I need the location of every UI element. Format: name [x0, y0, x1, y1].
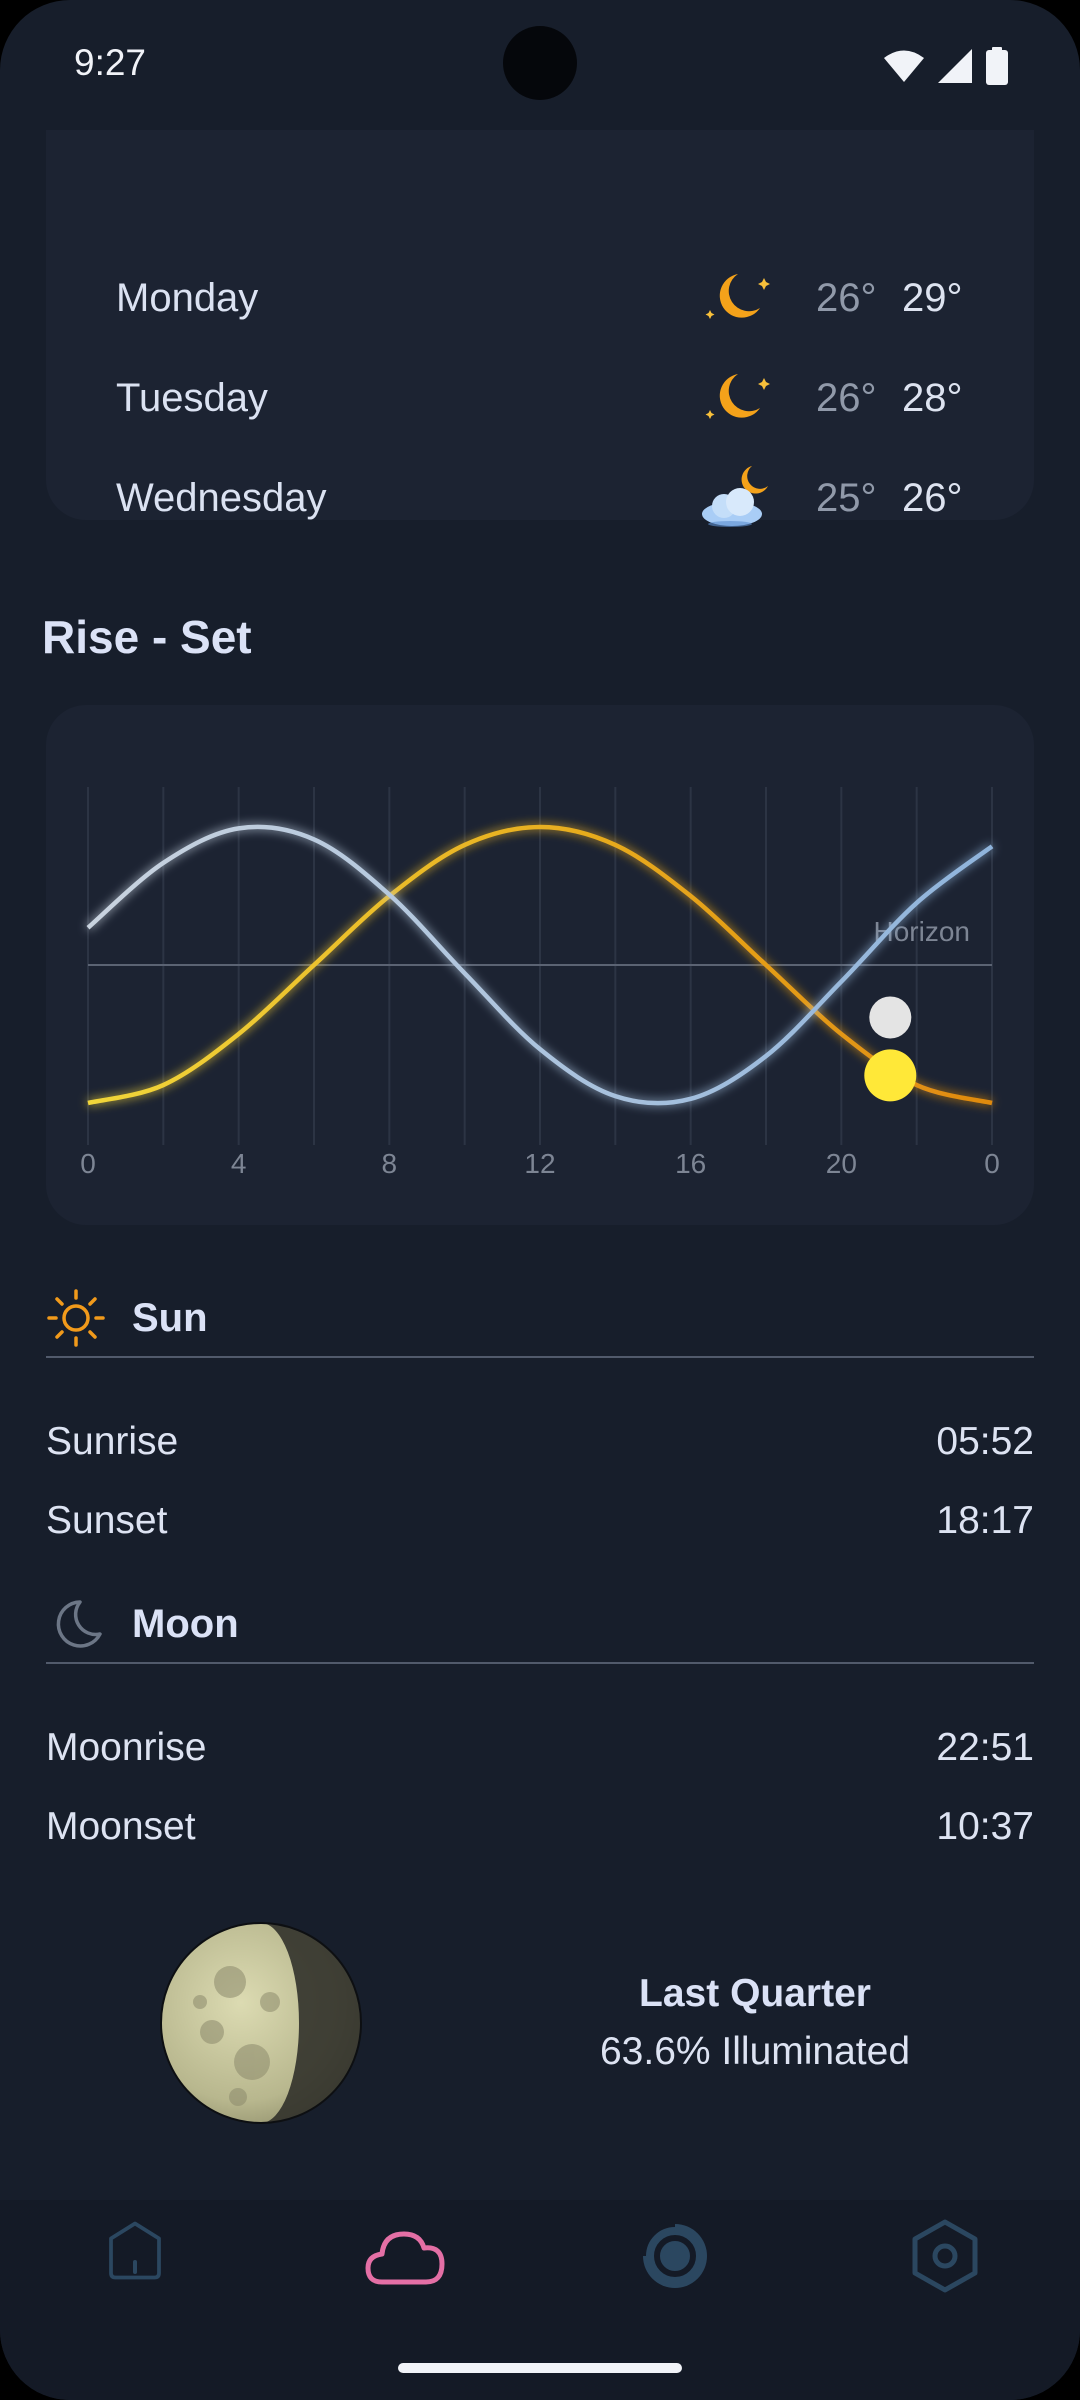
forecast-high: 29°: [902, 276, 963, 320]
signal-icon: [938, 49, 972, 83]
status-time: 9:27: [74, 42, 147, 83]
x-tick-label: 0: [80, 1148, 96, 1179]
moon-marker: [869, 996, 912, 1039]
forecast-low: 25°: [816, 476, 877, 520]
x-tick-label: 0: [984, 1148, 1000, 1179]
settings-icon: [912, 2219, 978, 2293]
forecast-high: 28°: [902, 376, 963, 420]
moon-title: Moon: [132, 1602, 239, 1646]
moonrise-label: Moonrise: [46, 1726, 207, 1769]
moonset-row: Moonset 10:37: [46, 1797, 1034, 1857]
home-indicator: [398, 2363, 682, 2373]
x-tick-label: 4: [231, 1148, 247, 1179]
rise-set-title: Rise - Set: [42, 611, 252, 663]
sun-icon: [47, 1289, 105, 1347]
moon-phase-name: Last Quarter: [639, 1972, 871, 2015]
sunset-label: Sunset: [46, 1499, 168, 1542]
cloud-icon: [365, 2231, 445, 2285]
rise-set-chart: Horizon 0 4 8 12 16 20 0: [80, 787, 1000, 1179]
moon-illumination: 63.6% Illuminated: [599, 2030, 911, 2073]
forecast-row-tuesday[interactable]: Tuesday 26° 28°: [46, 354, 1034, 444]
sun-marker: [864, 1049, 917, 1102]
moonset-value: 10:37: [936, 1805, 1034, 1848]
sun-header: Sun: [46, 1278, 1034, 1358]
nav-weather[interactable]: [346, 2210, 466, 2300]
forecast-day: Monday: [116, 276, 259, 320]
radar-icon: [640, 2221, 707, 2288]
moonset-label: Moonset: [46, 1805, 196, 1848]
sunrise-label: Sunrise: [46, 1420, 179, 1463]
forecast-row-wednesday[interactable]: Wednesday 25° 26°: [46, 454, 1034, 544]
clear-night-icon: [705, 274, 770, 319]
nav-settings[interactable]: [885, 2210, 1005, 2300]
x-tick-label: 12: [524, 1148, 555, 1179]
app-screen: 9:27 Monday 26° 29° Tuesday 26° 28° Wedn…: [0, 0, 1080, 2400]
camera-cutout: [503, 26, 577, 100]
forecast-low: 26°: [816, 376, 877, 420]
moon-icon: [56, 1600, 102, 1648]
nav-radar[interactable]: [614, 2210, 734, 2300]
moon-header: Moon: [46, 1584, 1034, 1664]
moonrise-value: 22:51: [936, 1726, 1034, 1769]
x-tick-label: 8: [382, 1148, 398, 1179]
forecast-day: Tuesday: [116, 376, 268, 420]
sunrise-value: 05:52: [936, 1420, 1034, 1463]
sunrise-row: Sunrise 05:52: [46, 1412, 1034, 1472]
forecast-row-monday[interactable]: Monday 26° 29°: [46, 254, 1034, 344]
wifi-icon: [884, 50, 924, 82]
x-tick-label: 20: [826, 1148, 857, 1179]
sun-title: Sun: [132, 1296, 208, 1340]
daily-forecast-card: Monday 26° 29° Tuesday 26° 28° Wednesday: [46, 130, 1034, 527]
forecast-low: 26°: [816, 276, 877, 320]
status-bar: 9:27: [0, 0, 1080, 130]
home-icon: [109, 2221, 161, 2280]
partly-cloudy-night-icon: [702, 466, 768, 527]
forecast-day: Wednesday: [116, 476, 327, 520]
moon-phase-image: [160, 1922, 362, 2124]
forecast-high: 26°: [902, 476, 963, 520]
clear-night-icon: [705, 374, 770, 419]
battery-icon: [986, 47, 1008, 85]
status-icons: [884, 46, 1008, 86]
sunset-row: Sunset 18:17: [46, 1491, 1034, 1551]
sunset-value: 18:17: [936, 1499, 1034, 1542]
x-tick-label: 16: [675, 1148, 706, 1179]
nav-home[interactable]: [75, 2210, 195, 2300]
moonrise-row: Moonrise 22:51: [46, 1718, 1034, 1778]
rise-set-chart-card: Horizon 0 4 8 12 16 20 0: [46, 705, 1034, 1225]
